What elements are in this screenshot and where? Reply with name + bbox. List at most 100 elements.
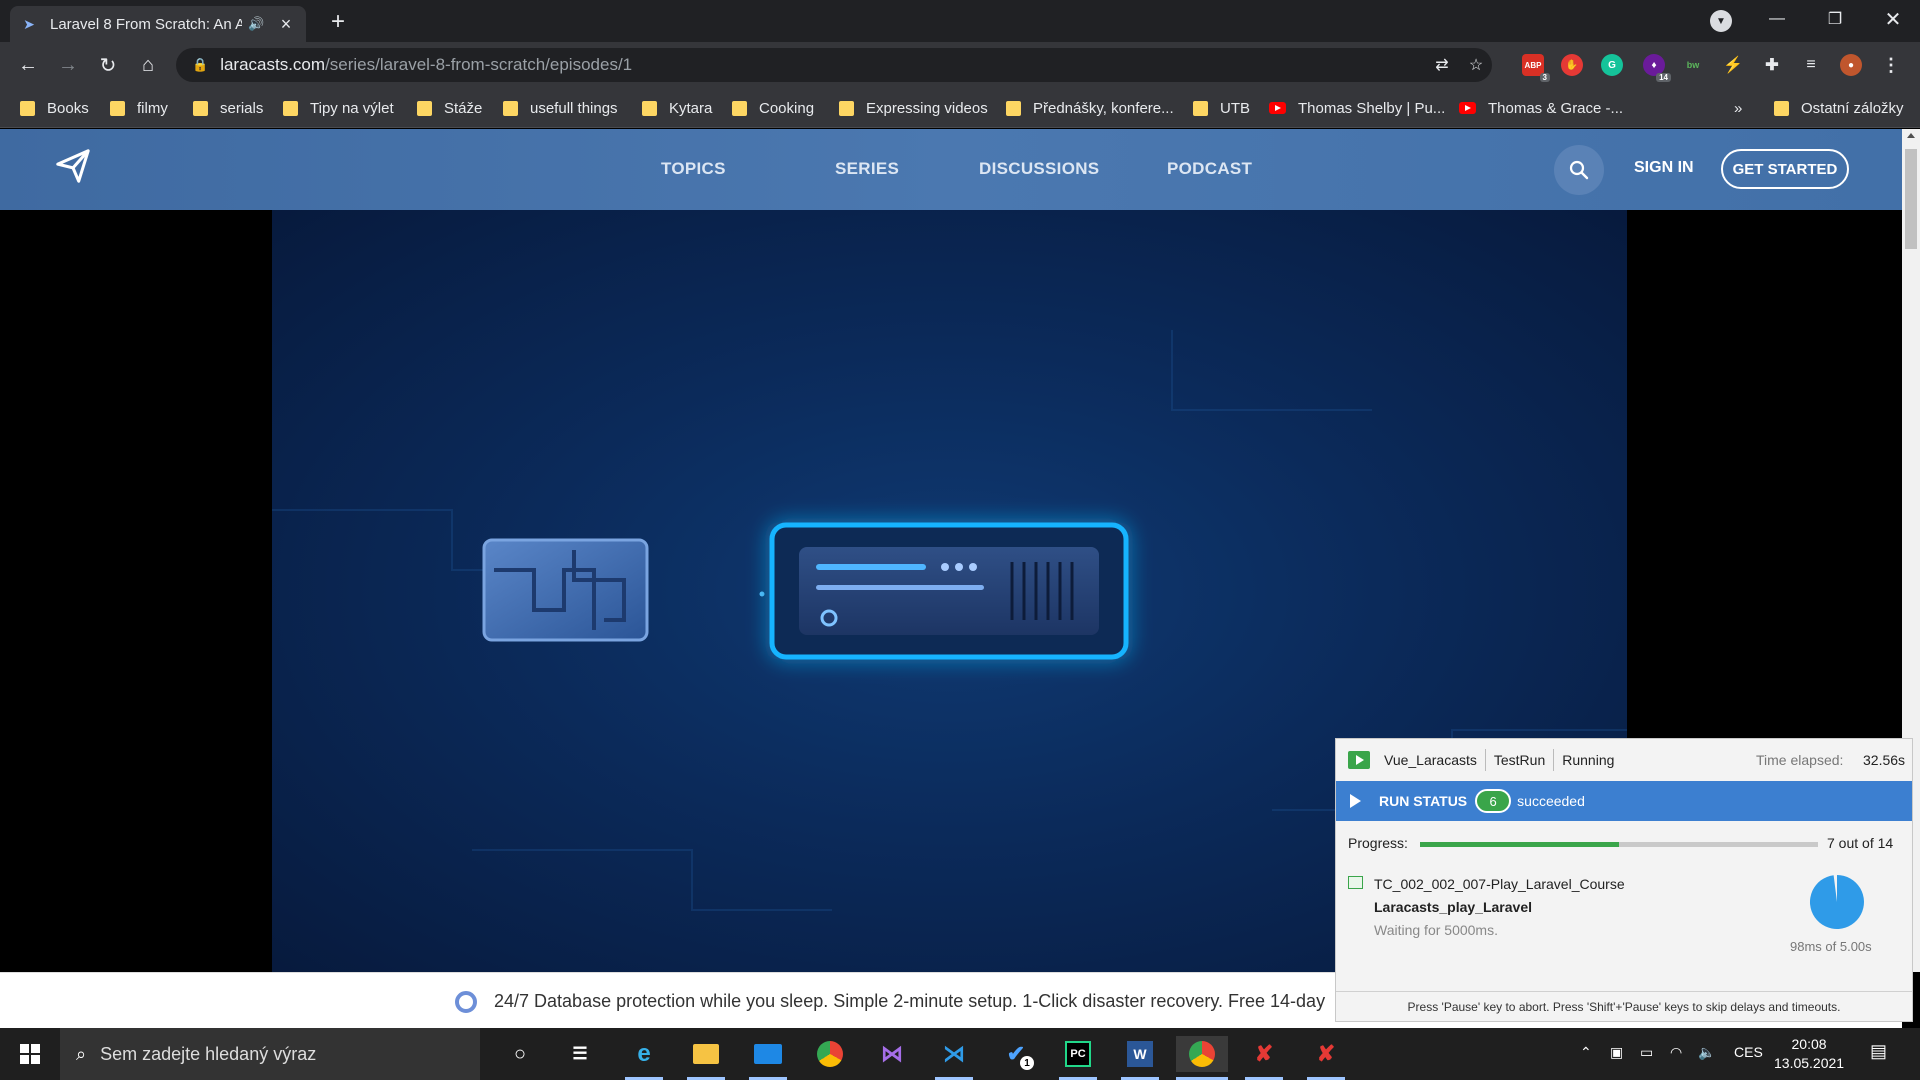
folder-icon	[839, 100, 854, 116]
tab-search-icon[interactable]: ▼	[1710, 10, 1732, 32]
chrome-menu-icon[interactable]: ⋮	[1880, 54, 1902, 76]
taskbar-search-box[interactable]: ⌕ Sem zadejte hledaný výraz	[60, 1028, 480, 1080]
folder-icon	[20, 100, 35, 116]
bookmark-cooking[interactable]: Cooking	[732, 98, 814, 118]
other-bookmarks[interactable]: Ostatní záložky	[1774, 98, 1904, 118]
vscode-icon[interactable]: ⋊	[936, 1036, 972, 1072]
extensions-puzzle-icon[interactable]: ✚	[1761, 54, 1783, 76]
address-host: laracasts.com	[220, 55, 326, 74]
media-control-icon[interactable]: ≡	[1800, 54, 1822, 76]
todo-icon[interactable]: ✔ 1	[998, 1036, 1034, 1072]
word-icon[interactable]: W	[1122, 1036, 1158, 1072]
close-tab-icon[interactable]: ×	[276, 14, 296, 34]
link-extension-icon[interactable]: ⚡	[1722, 54, 1744, 76]
bookmark-expressing[interactable]: Expressing videos	[839, 98, 988, 118]
server-illustration	[769, 522, 1129, 660]
divider	[1553, 749, 1555, 771]
translate-icon[interactable]: ⇄	[1432, 55, 1452, 75]
audio-playing-icon[interactable]: 🔊	[248, 16, 266, 32]
new-tab-button[interactable]: +	[324, 8, 352, 36]
elapsed-value: 32.56s	[1863, 752, 1906, 768]
bookmark-utb[interactable]: UTB	[1193, 98, 1250, 118]
scroll-up-icon[interactable]	[1907, 133, 1915, 138]
nav-topics[interactable]: TOPICS	[661, 159, 726, 179]
mail-icon[interactable]	[750, 1036, 786, 1072]
restore-icon[interactable]: ❐	[1806, 0, 1864, 38]
forward-icon[interactable]: →	[54, 51, 82, 79]
nav-series[interactable]: SERIES	[835, 159, 899, 179]
green-extension-icon[interactable]: bw	[1682, 54, 1704, 76]
bookmarks-overflow-chevron[interactable]: »	[1734, 98, 1742, 118]
bookmark-usefull[interactable]: usefull things	[503, 98, 618, 118]
bookmark-filmy[interactable]: filmy	[110, 98, 168, 118]
browser-tab[interactable]: ➤ Laravel 8 From Scratch: An A 🔊 ×	[10, 6, 306, 42]
visual-studio-icon[interactable]: ⋈	[874, 1036, 910, 1072]
site-search-button[interactable]	[1554, 145, 1604, 195]
address-path: /series/laravel-8-from-scratch/episodes/…	[325, 55, 633, 74]
language-indicator[interactable]: CES	[1734, 1044, 1763, 1060]
bookmark-star-icon[interactable]: ☆	[1466, 55, 1486, 75]
folder-icon	[1774, 100, 1789, 116]
tab-title: Laravel 8 From Scratch: An A	[50, 15, 242, 33]
ranorex-studio-icon[interactable]: ✘	[1308, 1036, 1344, 1072]
file-explorer-icon[interactable]	[688, 1036, 724, 1072]
pycharm-icon[interactable]: PC	[1060, 1036, 1096, 1072]
bookmark-kytara[interactable]: Kytara	[642, 98, 712, 118]
start-button[interactable]	[0, 1028, 60, 1080]
adblock-plus-icon[interactable]: ABP 3	[1522, 54, 1550, 82]
close-window-icon[interactable]: ✕	[1864, 0, 1920, 38]
bookmark-books[interactable]: Books	[20, 98, 89, 118]
edge-icon[interactable]: e	[626, 1036, 662, 1072]
divider	[1484, 749, 1486, 771]
lock-icon[interactable]: 🔒	[192, 57, 208, 73]
laracasts-favicon-icon: ➤	[23, 15, 35, 32]
laracasts-logo-icon[interactable]	[54, 147, 92, 185]
reload-icon[interactable]: ↻	[94, 51, 122, 79]
wifi-icon[interactable]: ◠	[1670, 1044, 1682, 1061]
task-view-icon[interactable]: ☰	[562, 1036, 598, 1072]
bookmark-serials[interactable]: serials	[193, 98, 263, 118]
battery-icon[interactable]: ▭	[1640, 1044, 1653, 1061]
cortana-icon[interactable]: ○	[502, 1036, 538, 1072]
elapsed-label: Time elapsed:	[1756, 752, 1844, 768]
run-status-bar[interactable]: RUN STATUS 6 succeeded	[1336, 781, 1912, 821]
minimize-icon[interactable]: —	[1748, 0, 1806, 38]
get-started-button[interactable]: GET STARTED	[1721, 149, 1849, 189]
chrome-icon[interactable]	[812, 1036, 848, 1072]
home-icon[interactable]: ⌂	[134, 51, 162, 79]
runner-state: Running	[1562, 752, 1615, 768]
laracasts-header: TOPICS SERIES DISCUSSIONS PODCAST SIGN I…	[0, 129, 1902, 210]
clock-time: 20:08	[1791, 1036, 1827, 1052]
scrollbar-thumb[interactable]	[1905, 149, 1917, 249]
nav-podcast[interactable]: PODCAST	[1167, 159, 1252, 179]
notifications-icon[interactable]: ▤	[1870, 1041, 1887, 1062]
folder-icon	[642, 100, 657, 116]
address-bar[interactable]: 🔒 laracasts.com/series/laravel-8-from-sc…	[176, 48, 1492, 82]
profile-avatar[interactable]: ●	[1840, 54, 1862, 76]
delay-timer-pie	[1809, 875, 1864, 929]
bookmark-staze[interactable]: Stáže	[417, 98, 482, 118]
stop-hand-icon[interactable]: ✋	[1561, 54, 1583, 76]
clock-date: 13.05.2021	[1774, 1055, 1845, 1071]
runner-header: Vue_Laracasts TestRun Running Time elaps…	[1336, 739, 1912, 781]
tab-strip: ➤ Laravel 8 From Scratch: An A 🔊 × + ▼ —…	[0, 0, 1920, 42]
sign-in-link[interactable]: SIGN IN	[1634, 159, 1694, 177]
bookmark-prednasky[interactable]: Přednášky, konfere...	[1006, 98, 1174, 118]
succeeded-label: succeeded	[1517, 793, 1585, 809]
ranorex-icon[interactable]: ✘	[1246, 1036, 1282, 1072]
volume-icon[interactable]: 🔈	[1698, 1044, 1715, 1061]
system-clock[interactable]: 20:08 13.05.2021	[1774, 1035, 1844, 1073]
chrome-active-icon[interactable]	[1176, 1036, 1228, 1072]
grammarly-icon[interactable]: G	[1601, 54, 1623, 76]
nav-discussions[interactable]: DISCUSSIONS	[979, 159, 1099, 179]
folder-icon	[110, 100, 125, 116]
purple-extension-icon[interactable]: ♦ 14	[1643, 54, 1671, 82]
bookmark-thomas-shelby[interactable]: Thomas Shelby | Pu...	[1269, 98, 1445, 118]
run-video-icon	[1348, 751, 1370, 769]
bookmark-tipy[interactable]: Tipy na výlet	[283, 98, 394, 118]
folder-icon	[1006, 100, 1021, 116]
bookmark-thomas-grace[interactable]: Thomas & Grace -...	[1459, 98, 1623, 118]
tray-chevron-icon[interactable]: ⌃	[1580, 1044, 1592, 1061]
meet-now-icon[interactable]: ▣	[1610, 1044, 1623, 1061]
back-icon[interactable]: ←	[14, 51, 42, 79]
